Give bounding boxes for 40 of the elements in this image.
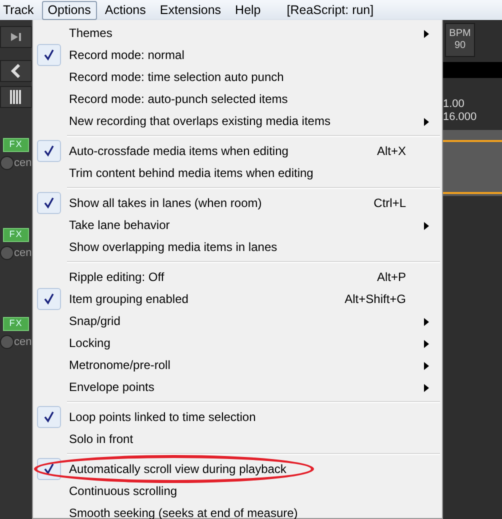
pan-value: cen [14, 246, 31, 260]
menu-item[interactable]: Show overlapping media items in lanes [35, 236, 440, 258]
menu-item[interactable]: Take lane behavior [35, 214, 440, 236]
menu-item[interactable]: Automatically scroll view during playback [35, 458, 440, 480]
menu-bar-item[interactable]: Actions [98, 0, 152, 20]
menu-item[interactable]: Continuous scrolling [35, 480, 440, 502]
menu-item[interactable]: Record mode: auto-punch selected items [35, 88, 440, 110]
menu-item[interactable]: Snap/grid [35, 310, 440, 332]
length-value: 16.000 [443, 111, 478, 124]
menu-item[interactable]: Solo in front [35, 428, 440, 450]
position-value: 1.00 [443, 98, 466, 111]
menu-bar-item[interactable]: Extensions [154, 0, 228, 20]
menu-item[interactable]: Record mode: normal [35, 44, 440, 66]
bpm-button[interactable]: BPM 90 [445, 23, 475, 57]
chevron-left-icon [11, 64, 21, 78]
skip-forward-button[interactable] [0, 26, 32, 48]
menu-item[interactable]: Record mode: time selection auto punch [35, 66, 440, 88]
timeline-ruler [443, 62, 502, 78]
menu-bar-item[interactable]: Track [0, 0, 40, 20]
menu-item[interactable]: Loop points linked to time selection [35, 406, 440, 428]
menu-item[interactable]: Ripple editing: Off Alt+P [35, 266, 440, 288]
menu-item[interactable]: Auto-crossfade media items when editing Alt+X [35, 140, 440, 162]
mixer-button[interactable] [0, 86, 32, 108]
menu-item[interactable]: Envelope points [35, 376, 440, 398]
menu-bar-item[interactable]: Help [229, 0, 267, 20]
menu-item[interactable]: Item grouping enabled Alt+Shift+G [35, 288, 440, 310]
menu-bar-item[interactable]: [ReaScript: run] [280, 0, 380, 20]
menu-item[interactable]: Metronome/pre-roll [35, 354, 440, 376]
vertical-bars-icon [10, 90, 22, 104]
menu-bar-item[interactable]: Options [42, 0, 97, 20]
menu-item[interactable]: Show all takes in lanes (when room) Ctrl+L [35, 192, 440, 214]
menu-item[interactable]: New recording that overlaps existing media items [35, 110, 440, 132]
pan-value: cen [14, 335, 31, 350]
menu-item[interactable]: Themes [35, 22, 440, 44]
pan-value: cen [14, 156, 31, 171]
media-item [443, 130, 502, 196]
menu-item[interactable]: Trim content behind media items when editing [35, 162, 440, 184]
scroll-left-button[interactable] [0, 60, 32, 82]
skip-forward-icon [10, 32, 22, 42]
menu-item[interactable]: Locking [35, 332, 440, 354]
